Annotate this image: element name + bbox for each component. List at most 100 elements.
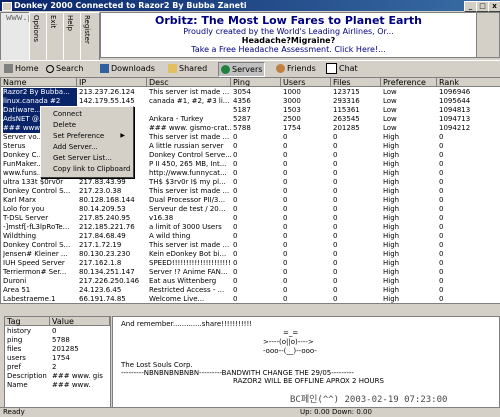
- table-row[interactable]: linux.canada #2 142.179.55.145 canada #1, …: [1, 97, 500, 106]
- table-row[interactable]: Area 51 24.123.6.45 Restricted Access - ..…: [1, 286, 500, 295]
- table-row[interactable]: Duroni 217.226.250.146 Eat aus Wittenberg 0…: [1, 277, 500, 286]
- server-files: 0: [333, 151, 338, 159]
- info-value: 0: [52, 327, 57, 335]
- server-ping: 0: [233, 133, 238, 141]
- server-preference: High: [383, 268, 400, 276]
- server-files: 293316: [333, 97, 360, 105]
- info-row[interactable]: ping 5788: [5, 336, 110, 344]
- column-header-ip[interactable]: IP: [77, 78, 147, 87]
- server-users: 0: [283, 187, 288, 195]
- column-header-rank[interactable]: Rank: [437, 78, 500, 87]
- server-users: 0: [283, 214, 288, 222]
- banner-subline: Proudly created by the World's Leading A…: [183, 27, 394, 36]
- server-name: IUH Speed Server: [3, 259, 65, 267]
- server-name: Wildthing: [3, 232, 37, 240]
- downloads-tab[interactable]: Downloads: [98, 62, 157, 75]
- server-rank: 0: [439, 214, 444, 222]
- banner-ad[interactable]: Orbitz: The Most Low Fares to Planet Ear…: [100, 12, 477, 58]
- menu-item-add-server[interactable]: Add Server...: [53, 142, 98, 152]
- info-row[interactable]: Name ### www.: [5, 381, 110, 389]
- options-menu-button[interactable]: Options: [29, 12, 47, 62]
- chat-tab[interactable]: Chat: [324, 62, 360, 75]
- table-row[interactable]: Donkey Control S... 217.23.0.38 This serve…: [1, 187, 500, 196]
- server-desc: Donkey Control Serve...: [149, 151, 231, 159]
- column-header-ping[interactable]: Ping: [231, 78, 281, 87]
- table-row[interactable]: -]mstf[-fL3lpRoTe... 212.185.221.76 a limi…: [1, 223, 500, 232]
- banner-link[interactable]: Take a Free Headache Assessment. Click H…: [101, 45, 476, 54]
- server-preference: High: [383, 187, 400, 195]
- column-header-desc[interactable]: Desc: [147, 78, 231, 87]
- server-files: 0: [333, 295, 338, 303]
- server-rank: 1094713: [439, 115, 471, 123]
- info-row[interactable]: files 201285: [5, 345, 110, 353]
- server-ip: 66.191.74.85: [79, 295, 126, 303]
- server-rank: 0: [439, 286, 444, 294]
- info-tag: ping: [7, 336, 23, 344]
- exit-label: Exit: [49, 15, 57, 29]
- column-header-preference[interactable]: Preference: [381, 78, 437, 87]
- table-row[interactable]: Wildthing 217.84.68.49 A wild thing 0 0 0 High…: [1, 232, 500, 241]
- server-rank: 1094212: [439, 124, 471, 132]
- servers-label: Servers: [232, 65, 263, 74]
- info-row[interactable]: users 1754: [5, 354, 110, 362]
- server-info-table[interactable]: Tag Value history 0 ping 5788 files 201285 use…: [4, 316, 111, 408]
- info-tag: Description: [7, 372, 47, 380]
- shared-tab[interactable]: Shared: [166, 62, 209, 75]
- server-name: Karl Marx: [3, 196, 36, 204]
- column-header-tag[interactable]: Tag: [5, 317, 50, 326]
- downloads-icon: [100, 64, 109, 73]
- server-preference: High: [383, 151, 400, 159]
- search-tab[interactable]: Search: [44, 62, 85, 75]
- help-menu-button[interactable]: Help: [63, 12, 81, 62]
- server-preference: High: [383, 241, 400, 249]
- menu-item-connect[interactable]: Connect: [53, 109, 82, 119]
- server-files: 115361: [333, 106, 360, 114]
- server-ping: 0: [233, 205, 238, 213]
- friends-tab[interactable]: Friends: [274, 62, 318, 75]
- info-row[interactable]: Description ### www. gis: [5, 372, 110, 380]
- close-button[interactable]: x: [488, 1, 500, 12]
- table-row[interactable]: T-DSL Server 217.85.240.95 v16.38 0 0 0 High 0: [1, 214, 500, 223]
- server-ip: 80.14.209.53: [79, 205, 126, 213]
- table-row[interactable]: Jensen# Kleiner ... 80.130.23.230 Kein eDo…: [1, 250, 500, 259]
- menu-item-set-preference[interactable]: Set Preference ▶: [53, 131, 129, 141]
- server-name: Terriermon# Ser...: [3, 268, 67, 276]
- menu-item-copy-link[interactable]: Copy link to Clipboard: [53, 164, 130, 174]
- server-ping: 0: [233, 151, 238, 159]
- table-row[interactable]: Karl Marx 80.128.168.144 Dual Processor PI…: [1, 196, 500, 205]
- server-ping: 0: [233, 160, 238, 168]
- watermark-bottom: BC페인(^^) 2003-02-19 07:23:00: [290, 395, 448, 405]
- server-files: 0: [333, 259, 338, 267]
- register-menu-button[interactable]: Register: [80, 12, 100, 62]
- server-files: 0: [333, 187, 338, 195]
- server-desc: v16.38: [149, 214, 174, 222]
- server-rank: 0: [439, 268, 444, 276]
- exit-menu-button[interactable]: Exit: [46, 12, 64, 62]
- info-row[interactable]: pref 2: [5, 363, 110, 371]
- server-rank: 0: [439, 160, 444, 168]
- servers-tab[interactable]: Servers: [218, 62, 266, 77]
- server-ping: 0: [233, 178, 238, 186]
- info-row[interactable]: history 0: [5, 327, 110, 335]
- server-rank: 0: [439, 178, 444, 186]
- server-files: 0: [333, 169, 338, 177]
- table-row[interactable]: Labestraeme.1 66.191.74.85 Welcome Live...…: [1, 295, 500, 303]
- table-row[interactable]: Lolo for you 80.14.209.53 Serveur de test …: [1, 205, 500, 214]
- table-row[interactable]: Donkey Control S... 217.1.72.19 This serve…: [1, 241, 500, 250]
- table-row[interactable]: Razor2 By Bubba... 213.237.26.124 This ser…: [1, 88, 500, 97]
- table-row[interactable]: IUH Speed Server 217.162.1.8 SPEED!!!!!!!!…: [1, 259, 500, 268]
- menu-item-get-server-list[interactable]: Get Server List...: [53, 153, 112, 163]
- column-header-files[interactable]: Files: [331, 78, 381, 87]
- server-rank: 0: [439, 196, 444, 204]
- home-tab[interactable]: Home: [2, 62, 41, 75]
- column-header-users[interactable]: Users: [281, 78, 331, 87]
- info-value: 201285: [52, 345, 79, 353]
- server-rank: 1095644: [439, 97, 471, 105]
- table-row[interactable]: ultra 133t $0rv0r 217.83.43.99 TH$ $3rv0r …: [1, 178, 500, 187]
- menu-item-delete[interactable]: Delete: [53, 120, 76, 130]
- server-desc: canada #1, #2, #3 li...: [149, 97, 230, 105]
- column-header-name[interactable]: Name: [1, 78, 77, 87]
- server-users: 0: [283, 259, 288, 267]
- table-row[interactable]: Terriermon# Ser... 80.134.251.147 Server !…: [1, 268, 500, 277]
- column-header-value[interactable]: Value: [50, 317, 110, 326]
